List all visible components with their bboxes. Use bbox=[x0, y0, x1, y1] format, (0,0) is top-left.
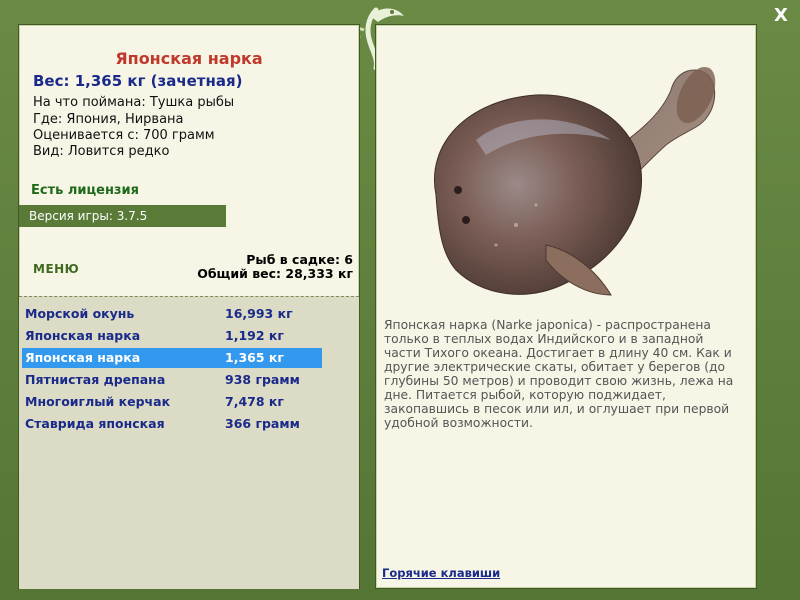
list-item-weight: 1,192 кг bbox=[225, 328, 284, 343]
list-item-name: Пятнистая дрепана bbox=[25, 372, 166, 387]
fish-info-panel: Японская нарка Вес: 1,365 кг (зачетная) … bbox=[18, 24, 360, 589]
list-item-weight: 7,478 кг bbox=[225, 394, 284, 409]
license-status: Есть лицензия bbox=[31, 183, 139, 198]
close-button[interactable]: X bbox=[770, 5, 792, 27]
list-item[interactable]: Японская нарка 1,192 кг bbox=[22, 326, 322, 346]
list-item-name: Японская нарка bbox=[25, 328, 141, 343]
caught-on: На что поймана: Тушка рыбы bbox=[33, 95, 235, 110]
list-item-selected[interactable]: Японская нарка 1,365 кг bbox=[22, 348, 322, 368]
list-item[interactable]: Ставрида японская 366 грамм bbox=[22, 414, 322, 434]
list-item-weight: 16,993 кг bbox=[225, 306, 293, 321]
fish-title: Японская нарка bbox=[115, 49, 263, 68]
list-item-name: Морской окунь bbox=[25, 306, 135, 321]
cage-total-weight: Общий вес: 28,333 кг bbox=[197, 266, 353, 281]
rarity: Вид: Ловится редко bbox=[33, 144, 170, 159]
fish-detail-panel: Японская нарка (Narke japonica) - распро… bbox=[375, 24, 757, 589]
cage-count: Рыб в садке: 6 bbox=[246, 252, 353, 267]
list-item-weight: 1,365 кг bbox=[225, 350, 284, 365]
list-item[interactable]: Пятнистая дрепана 938 грамм bbox=[22, 370, 322, 390]
valued-from: Оценивается с: 700 грамм bbox=[33, 128, 215, 143]
catch-list: Морской окунь 16,993 кг Японская нарка 1… bbox=[19, 296, 359, 589]
list-item-name: Японская нарка bbox=[25, 350, 141, 365]
list-item-weight: 938 грамм bbox=[225, 372, 300, 387]
list-item[interactable]: Морской окунь 16,993 кг bbox=[22, 304, 322, 324]
menu-button[interactable]: МЕНЮ bbox=[33, 262, 79, 276]
version-bar: Версия игры: 3.7.5 bbox=[19, 205, 226, 227]
location: Где: Япония, Нирвана bbox=[33, 112, 184, 127]
cage-stats: Рыб в садке: 6 Общий вес: 28,333 кг bbox=[197, 253, 353, 281]
fish-description: Японская нарка (Narke japonica) - распро… bbox=[384, 318, 734, 430]
fish-weight: Вес: 1,365 кг (зачетная) bbox=[33, 72, 243, 90]
close-icon[interactable]: X bbox=[774, 5, 788, 26]
list-item-weight: 366 грамм bbox=[225, 416, 300, 431]
fish-image bbox=[396, 45, 736, 315]
hotkeys-link[interactable]: Горячие клавиши bbox=[382, 566, 500, 580]
list-item-name: Ставрида японская bbox=[25, 416, 165, 431]
list-item[interactable]: Многоиглый керчак 7,478 кг bbox=[22, 392, 322, 412]
list-item-name: Многоиглый керчак bbox=[25, 394, 171, 409]
